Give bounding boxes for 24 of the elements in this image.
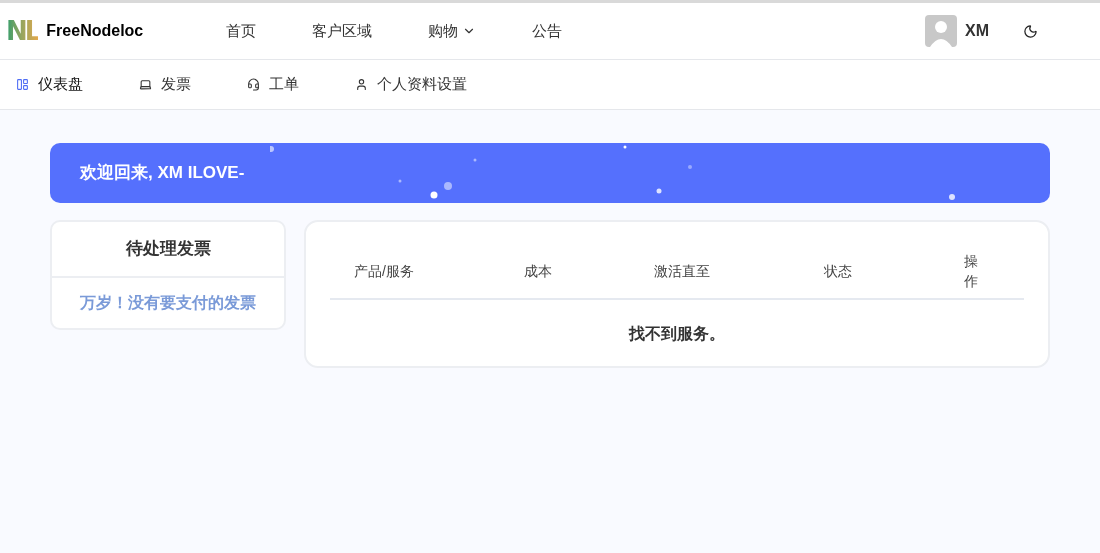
user-name[interactable]: XM — [965, 19, 989, 43]
empty-message: 找不到服务。 — [627, 324, 726, 344]
nav-link[interactable]: 首页 — [226, 19, 256, 43]
brand-name[interactable]: FreeNodeloc — [46, 19, 144, 43]
subnav-item[interactable]: 仪表盘 — [16, 73, 83, 96]
column-header: 成本 — [524, 261, 553, 281]
column-header: 状态 — [824, 261, 853, 281]
column-header: 操作 — [964, 252, 979, 291]
card-title: 待处理发票 — [52, 222, 284, 278]
column-header: 产品/服务 — [354, 261, 415, 281]
layout-icon — [16, 78, 29, 91]
welcome-text: 欢迎回来, XM ILOVE- — [80, 162, 245, 185]
headset-icon — [247, 78, 260, 91]
nav-link[interactable]: 客户区域 — [312, 19, 372, 43]
subnav-item[interactable]: 个人资料设置 — [355, 73, 467, 96]
nav-link[interactable]: 购物 — [428, 19, 476, 43]
no-invoices-message: 万岁！没有要支付的发票 — [79, 293, 257, 313]
user-icon — [355, 78, 368, 91]
column-header: 激活直至 — [654, 261, 711, 281]
subnav-item[interactable]: 工单 — [247, 73, 299, 96]
subnav-item[interactable]: 发票 — [139, 73, 191, 96]
nav-link[interactable]: 公告 — [532, 19, 562, 43]
laptop-icon — [139, 78, 152, 91]
dark-mode-icon[interactable] — [1023, 23, 1038, 39]
